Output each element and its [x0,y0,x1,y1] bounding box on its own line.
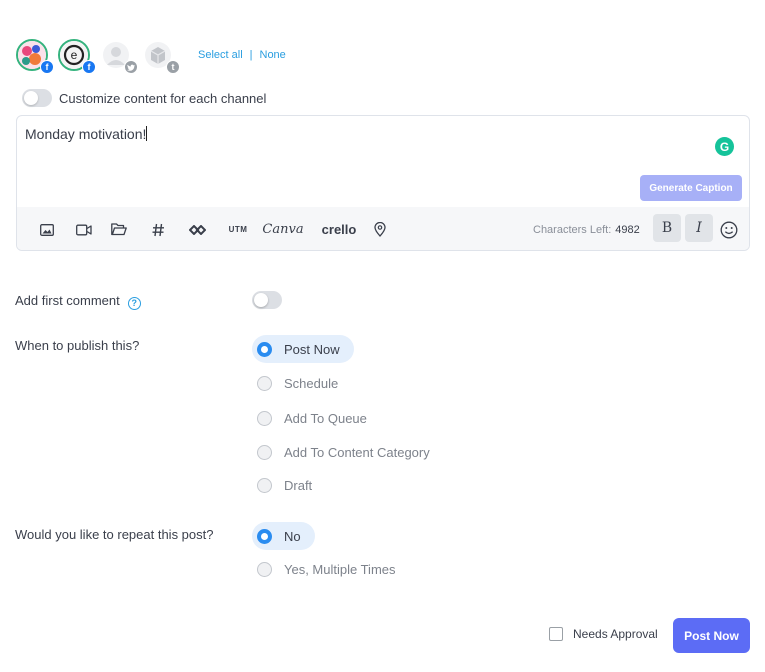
account-selector: f e f t Select all | None [16,38,286,74]
customize-content-toggle[interactable] [22,89,52,107]
publish-option-add-to-queue[interactable]: Add To Queue [252,404,381,432]
first-comment-toggle[interactable] [252,291,282,309]
publish-option-label: Schedule [284,375,339,391]
help-icon[interactable]: ? [127,296,141,310]
repeat-option-multiple[interactable]: Yes, Multiple Times [252,555,410,583]
svg-text:e: e [71,48,78,62]
customize-content-row: Customize content for each channel [22,89,266,107]
first-comment-row: Add first comment? [15,293,141,310]
text-caret [146,126,148,141]
utm-icon[interactable]: UTM [227,207,249,250]
publish-option-label: Add To Queue [284,410,367,426]
account-avatar-4[interactable]: t [142,39,180,74]
select-none-link[interactable]: None [260,49,286,61]
characters-left-value: 4982 [615,223,640,236]
facebook-badge-icon: f [40,60,54,74]
radio-icon [257,375,272,391]
publish-option-label: Post Now [284,341,340,357]
characters-left-label: Characters Left: [533,223,612,236]
radio-icon [257,477,272,493]
account-avatar-2[interactable]: e f [58,39,96,74]
characters-left: Characters Left: 4982 [533,207,640,250]
tumblr-badge-icon: t [166,60,180,74]
link-shortener-icon[interactable] [189,207,206,250]
needs-approval-row: Needs Approval [549,627,658,641]
facebook-badge-icon: f [82,60,96,74]
publish-option-schedule[interactable]: Schedule [252,369,352,397]
canva-icon[interactable]: Canva [262,207,303,250]
emoji-icon[interactable] [720,207,738,250]
editor-toolbar: UTM Canva crello Characters Left: 4982 B… [17,207,749,250]
link-separator: | [249,49,253,61]
repeat-label: Would you like to repeat this post? [15,527,214,542]
selection-links: Select all | None [198,49,286,61]
repeat-option-label: No [284,528,301,544]
first-comment-label: Add first comment [15,293,120,308]
repeat-option-no[interactable]: No [252,522,315,550]
crello-icon[interactable]: crello [321,207,357,250]
publish-option-label: Draft [284,477,313,493]
post-editor: Monday motivation! G Generate Caption UT… [16,115,750,251]
location-icon[interactable] [373,207,386,250]
twitter-badge-icon [124,60,138,74]
image-icon[interactable] [39,207,55,250]
hashtag-icon[interactable] [151,207,165,250]
radio-icon [257,410,272,426]
needs-approval-label: Needs Approval [573,627,658,641]
video-icon[interactable] [75,207,92,250]
italic-button[interactable]: I [685,214,713,242]
account-avatar-1[interactable]: f [16,39,54,74]
select-all-link[interactable]: Select all [198,49,243,61]
repeat-option-label: Yes, Multiple Times [284,561,396,577]
account-avatar-3[interactable] [100,39,138,74]
publish-option-post-now[interactable]: Post Now [252,335,354,363]
radio-selected-icon [257,528,272,544]
folder-icon[interactable] [110,207,127,250]
publish-option-content-category[interactable]: Add To Content Category [252,438,444,466]
grammarly-icon[interactable]: G [715,137,734,156]
post-now-button[interactable]: Post Now [673,618,750,653]
radio-selected-icon [257,341,272,357]
customize-content-label: Customize content for each channel [59,90,267,106]
radio-icon [257,444,272,460]
publish-option-label: Add To Content Category [284,444,430,460]
bold-button[interactable]: B [653,214,681,242]
needs-approval-checkbox[interactable] [549,627,563,641]
publish-label: When to publish this? [15,338,140,353]
post-text-area[interactable]: Monday motivation! [25,126,148,142]
publish-option-draft[interactable]: Draft [252,471,326,499]
radio-icon [257,561,272,577]
generate-caption-button[interactable]: Generate Caption [640,175,742,201]
post-text: Monday motivation! [25,126,147,142]
